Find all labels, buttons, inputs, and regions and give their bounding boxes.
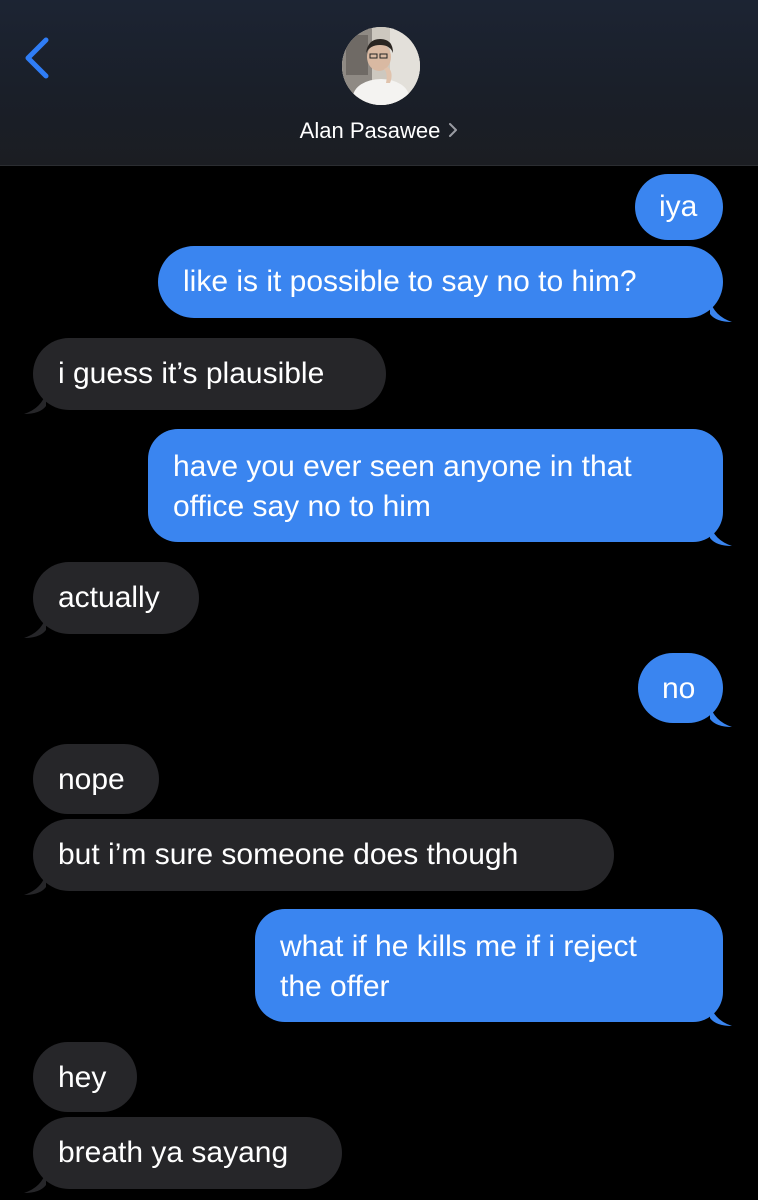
- message-text: no: [662, 672, 696, 705]
- chevron-left-icon: [25, 37, 49, 79]
- message-text: hey: [58, 1061, 107, 1094]
- message-text-line: the offer: [280, 970, 390, 1003]
- message-text: i guess it’s plausible: [58, 357, 325, 390]
- contact-name-button[interactable]: Alan Pasawee: [0, 114, 758, 148]
- message-text-line: what if he kills me if i reject: [280, 930, 637, 963]
- message-text: like is it possible to say no to him?: [183, 265, 637, 298]
- message-text-line: office say no to him: [173, 490, 431, 523]
- message-bubble-outgoing[interactable]: no: [638, 653, 732, 727]
- bubble-tail: [710, 300, 732, 322]
- message-bubble-incoming[interactable]: hey: [33, 1042, 137, 1112]
- message-bubble-incoming[interactable]: but i’m sure someone does though: [24, 819, 614, 895]
- contact-name: Alan Pasawee: [299, 118, 441, 143]
- message-text: breath ya sayang: [58, 1136, 289, 1169]
- avatar-photo: [342, 27, 420, 105]
- bubble-tail: [24, 873, 46, 895]
- bubble-tail: [710, 705, 732, 727]
- message-text: iya: [659, 190, 698, 223]
- message-bubble-outgoing[interactable]: what if he kills me if i reject the offe…: [255, 909, 732, 1026]
- bubble-tail: [710, 1004, 732, 1026]
- bubble-tail: [710, 524, 732, 546]
- message-text: nope: [58, 763, 125, 796]
- back-button[interactable]: [18, 30, 64, 86]
- bubble-tail: [24, 392, 46, 414]
- message-bubble-outgoing[interactable]: like is it possible to say no to him?: [158, 246, 732, 322]
- message-bubble-incoming[interactable]: nope: [33, 744, 159, 814]
- conversation-header: Alan Pasawee: [0, 0, 758, 166]
- bubble-tail: [24, 1171, 46, 1193]
- message-bubble-incoming[interactable]: breath ya sayang: [24, 1117, 342, 1193]
- message-text-line: have you ever seen anyone in that: [173, 450, 632, 483]
- avatar[interactable]: [342, 27, 420, 105]
- message-bubble-outgoing[interactable]: iya: [635, 174, 723, 240]
- message-text: but i’m sure someone does though: [58, 838, 519, 871]
- message-bubble-incoming[interactable]: i guess it’s plausible: [24, 338, 386, 414]
- message-bubble-incoming[interactable]: actually: [24, 562, 199, 638]
- message-bubble-outgoing[interactable]: have you ever seen anyone in that office…: [148, 429, 732, 546]
- bubble-tail: [24, 616, 46, 638]
- message-text: actually: [58, 581, 160, 614]
- chevron-right-icon: [448, 114, 458, 148]
